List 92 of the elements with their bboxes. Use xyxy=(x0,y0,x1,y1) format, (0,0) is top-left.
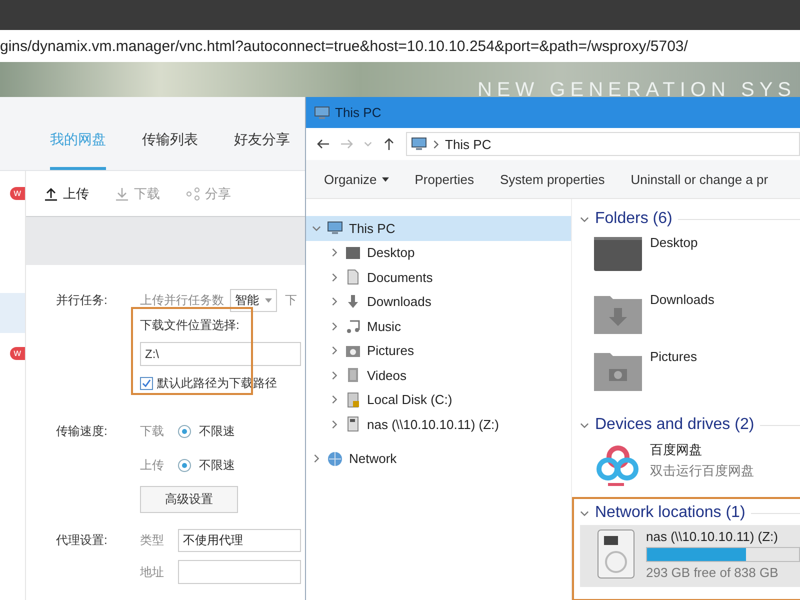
address-field[interactable]: This PC xyxy=(406,132,800,156)
setting-sublabel: 上传并行任务数 xyxy=(140,292,224,308)
collapse-chevron-icon[interactable] xyxy=(580,508,589,518)
item-name: Downloads xyxy=(650,292,716,307)
expand-chevron-icon[interactable] xyxy=(312,454,321,464)
tree-item[interactable]: This PC xyxy=(306,216,571,240)
document-icon xyxy=(345,269,361,286)
caret-icon xyxy=(382,176,389,182)
download-icon xyxy=(115,186,129,200)
folder-item[interactable]: Desktop xyxy=(580,231,800,288)
expand-chevron-icon[interactable] xyxy=(330,346,339,356)
computer-icon xyxy=(411,136,427,152)
tree-item[interactable]: Documents xyxy=(306,265,571,290)
setting-label: 代理设置: xyxy=(56,532,108,548)
share-icon xyxy=(186,186,200,200)
tree-item[interactable]: Downloads xyxy=(306,290,571,314)
expand-chevron-icon[interactable] xyxy=(330,370,339,380)
breadcrumb-chevron-icon xyxy=(433,140,439,148)
item-detail: 293 GB free of 838 GB xyxy=(646,565,780,580)
path-field[interactable]: Z:\ xyxy=(140,342,301,366)
setting-sublabel: 上传 xyxy=(140,456,164,474)
address-field[interactable] xyxy=(178,560,301,584)
tree-item[interactable]: Music xyxy=(306,314,571,338)
setting-sublabel: 下 xyxy=(285,292,297,308)
tab[interactable]: 好友分享 xyxy=(234,131,290,170)
radio-label: 不限速 xyxy=(199,456,235,474)
music-icon xyxy=(345,318,361,334)
desktop-icon xyxy=(345,244,361,261)
task-count-dropdown[interactable]: 智能 xyxy=(230,288,277,312)
setting-sublabel: 类型 xyxy=(140,532,164,548)
folder-item[interactable]: Pictures xyxy=(580,345,800,405)
item-name: Desktop xyxy=(650,235,699,250)
setting-label: 并行任务: xyxy=(56,292,108,308)
setting-label: 传输速度: xyxy=(56,422,108,440)
desktop-folder-icon xyxy=(594,235,642,273)
expand-chevron-icon[interactable] xyxy=(330,395,339,404)
drive-icon xyxy=(345,416,361,432)
toolbar-button[interactable]: 上传 xyxy=(44,184,89,202)
setting-sublabel: 地址 xyxy=(140,564,164,580)
group-header: Folders (6) xyxy=(595,210,672,228)
upload-icon xyxy=(44,186,58,200)
expand-chevron-icon[interactable] xyxy=(330,248,339,258)
new-badge: w xyxy=(10,346,25,360)
sidebar-item[interactable]: w xyxy=(0,173,25,213)
window-title: This PC xyxy=(335,105,382,120)
location-label: 下载文件位置选择: xyxy=(140,317,240,334)
radio-button[interactable] xyxy=(178,424,191,438)
back-button[interactable] xyxy=(316,137,330,151)
caret-icon xyxy=(265,298,272,302)
item-name: Pictures xyxy=(650,349,698,364)
tree-item[interactable]: Desktop xyxy=(306,240,571,265)
tree-item[interactable]: Pictures xyxy=(306,338,571,363)
command-button[interactable]: Properties xyxy=(414,172,474,186)
setting-sublabel: 下载 xyxy=(140,422,164,440)
advanced-settings-button[interactable]: 高级设置 xyxy=(140,486,238,513)
collapse-chevron-icon[interactable] xyxy=(580,214,589,224)
expand-chevron-icon[interactable] xyxy=(330,420,339,429)
expand-chevron-icon[interactable] xyxy=(330,297,339,306)
item-name: 百度网盘 xyxy=(650,441,703,459)
sidebar-item[interactable]: w xyxy=(0,333,25,373)
collapse-chevron-icon[interactable] xyxy=(580,420,589,430)
item-detail: 双击运行百度网盘 xyxy=(650,462,755,480)
globe-icon xyxy=(327,450,343,467)
drive-item[interactable]: nas (\\10.10.10.11) (Z:) 293 GB free of 838 GB xyxy=(580,525,800,587)
expand-chevron-icon[interactable] xyxy=(330,322,339,331)
command-button[interactable]: Uninstall or change a pr xyxy=(630,172,768,186)
tree-item[interactable]: nas (\\10.10.10.11) (Z:) xyxy=(306,412,571,436)
drive-icon xyxy=(345,392,361,408)
group-header: Network locations (1) xyxy=(595,504,746,522)
tab[interactable]: 传输列表 xyxy=(142,131,198,170)
tree-item[interactable]: Network xyxy=(306,446,571,471)
tree-item[interactable]: Videos xyxy=(306,363,571,388)
group-header: Devices and drives (2) xyxy=(595,416,754,434)
banner-text: NEW GENERATION SYS xyxy=(477,79,796,97)
folder-item[interactable]: Downloads xyxy=(580,288,800,345)
radio-label: 不限速 xyxy=(199,422,235,440)
film-icon xyxy=(345,367,361,384)
command-button[interactable]: System properties xyxy=(500,172,605,186)
collapse-chevron-icon[interactable] xyxy=(312,224,321,233)
proxy-type-dropdown[interactable]: 不使用代理 xyxy=(178,528,301,552)
tree-item[interactable]: Local Disk (C:) xyxy=(306,388,571,412)
computer-icon xyxy=(314,104,330,120)
folder-item[interactable]: 百度网盘 双击运行百度网盘 xyxy=(580,437,800,493)
item-name: nas (\\10.10.10.11) (Z:) xyxy=(646,529,779,544)
expand-chevron-icon[interactable] xyxy=(330,272,339,282)
command-button[interactable]: Organize xyxy=(324,172,389,186)
new-badge: w xyxy=(10,186,25,200)
down-arrow-icon xyxy=(345,294,361,310)
computer-icon xyxy=(327,220,343,236)
up-button[interactable] xyxy=(382,137,396,151)
radio-button[interactable] xyxy=(178,458,191,472)
checkbox[interactable] xyxy=(140,376,153,390)
